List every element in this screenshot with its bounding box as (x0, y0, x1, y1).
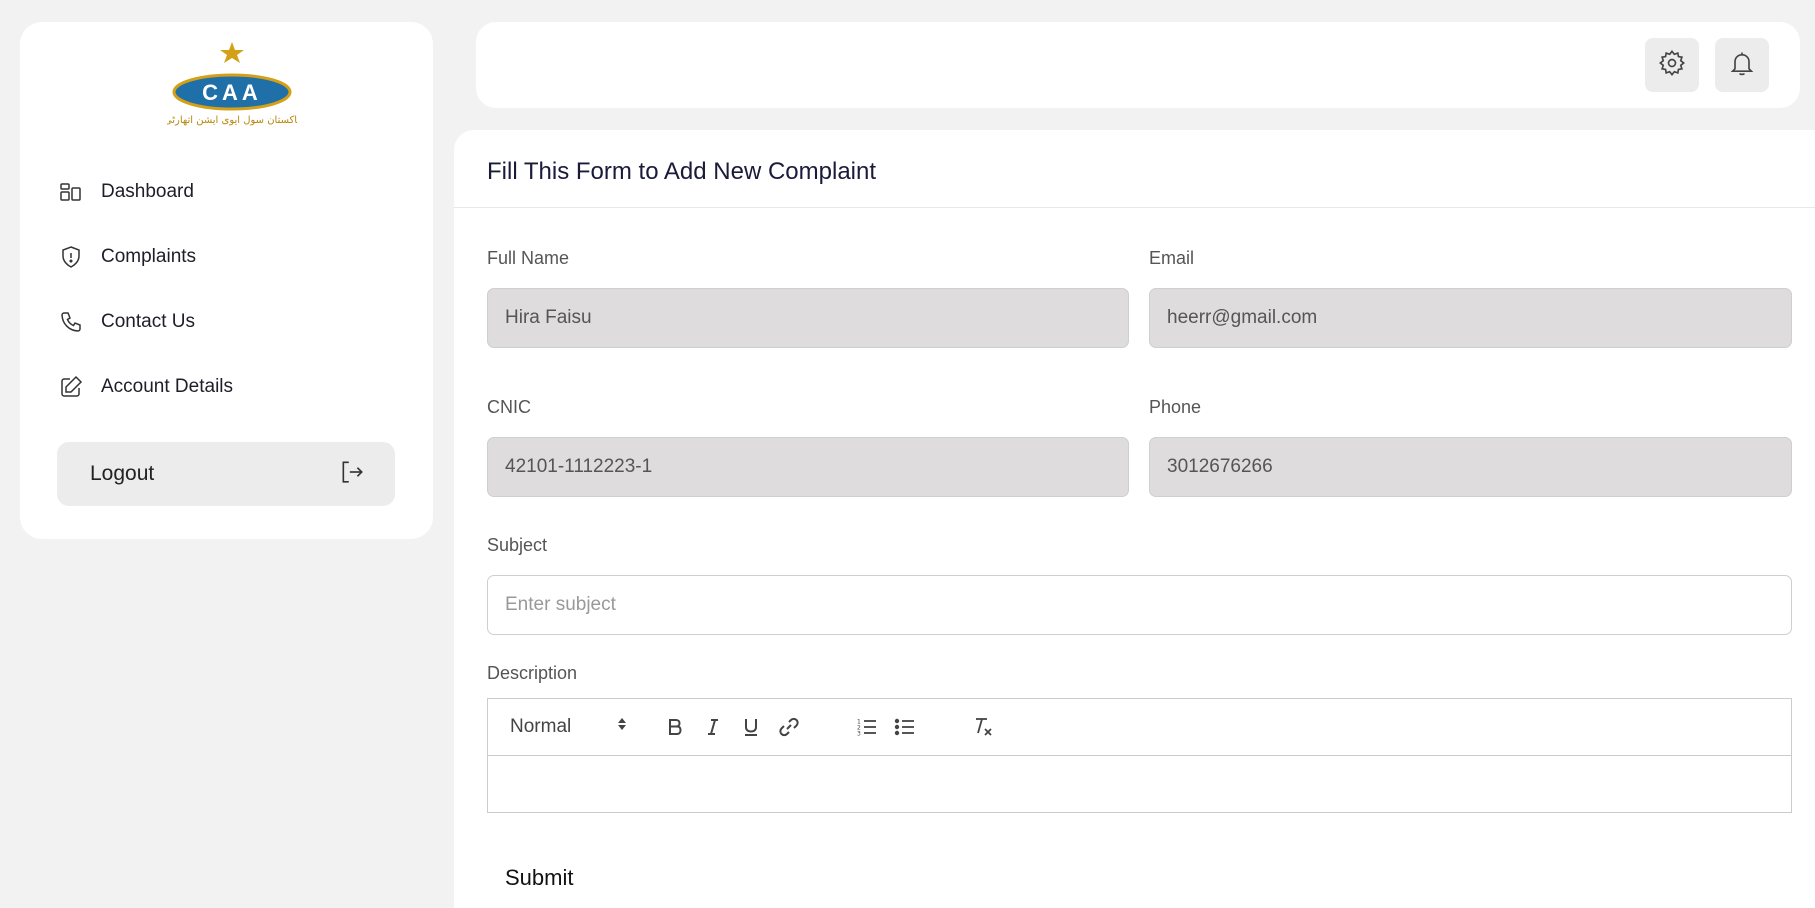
ordered-list-icon[interactable]: 123 (852, 712, 882, 742)
phone-label: Phone (1149, 397, 1202, 417)
email-label: Email (1149, 248, 1195, 268)
shield-icon (57, 243, 85, 271)
bold-icon[interactable] (660, 712, 690, 742)
caa-logo[interactable]: CAA پاکستان سول ایوی ایشن اتھارٹی (164, 40, 300, 132)
format-select-value: Normal (510, 716, 572, 737)
editor-toolbar: Normal 123 (488, 699, 1791, 756)
clear-format-icon[interactable] (968, 712, 998, 742)
phone-icon (57, 308, 85, 336)
logout-button[interactable]: Logout (57, 442, 395, 506)
submit-button[interactable]: Submit (505, 865, 573, 891)
italic-icon[interactable] (698, 712, 728, 742)
logout-icon (339, 459, 365, 490)
description-label: Description (487, 663, 578, 683)
sidebar-item-label: Account Details (101, 376, 234, 397)
logout-label: Logout (90, 462, 155, 485)
notifications-button[interactable] (1715, 38, 1769, 92)
gear-icon (1658, 49, 1686, 82)
bullet-list-icon[interactable] (890, 712, 920, 742)
sidebar: CAA پاکستان سول ایوی ایشن اتھارٹی Dashbo… (20, 22, 433, 539)
form-title: Fill This Form to Add New Complaint (487, 158, 877, 185)
subject-input[interactable] (487, 575, 1792, 635)
sidebar-item-label: Contact Us (101, 311, 195, 332)
svg-text:CAA: CAA (202, 80, 262, 105)
settings-button[interactable] (1645, 38, 1699, 92)
description-textarea[interactable] (488, 756, 1791, 812)
sidebar-item-label: Complaints (101, 246, 197, 267)
top-bar (476, 22, 1800, 108)
email-field[interactable] (1149, 288, 1792, 348)
phone-field[interactable] (1149, 437, 1792, 497)
dashboard-icon (57, 178, 85, 206)
svg-text:3: 3 (857, 731, 861, 738)
full-name-label: Full Name (487, 248, 570, 268)
bell-icon (1728, 49, 1756, 82)
link-icon[interactable] (774, 712, 804, 742)
subject-label: Subject (487, 535, 548, 555)
edit-icon (57, 373, 85, 401)
cnic-label: CNIC (487, 397, 531, 417)
svg-text:پاکستان سول ایوی ایشن اتھارٹی: پاکستان سول ایوی ایشن اتھارٹی (167, 115, 297, 126)
sidebar-item-dashboard[interactable]: Dashboard (57, 172, 194, 212)
underline-icon[interactable] (736, 712, 766, 742)
sidebar-item-contact-us[interactable]: Contact Us (57, 302, 195, 342)
full-name-field[interactable] (487, 288, 1129, 348)
sidebar-item-complaints[interactable]: Complaints (57, 237, 196, 277)
sidebar-item-label: Dashboard (101, 181, 194, 202)
cnic-field[interactable] (487, 437, 1129, 497)
description-editor: Normal 123 (487, 698, 1792, 813)
up-down-icon (616, 715, 628, 739)
sidebar-item-account-details[interactable]: Account Details (57, 367, 233, 407)
complaint-form-panel: Fill This Form to Add New Complaint Full… (454, 130, 1815, 908)
divider (454, 207, 1815, 208)
format-select[interactable]: Normal (510, 715, 628, 739)
